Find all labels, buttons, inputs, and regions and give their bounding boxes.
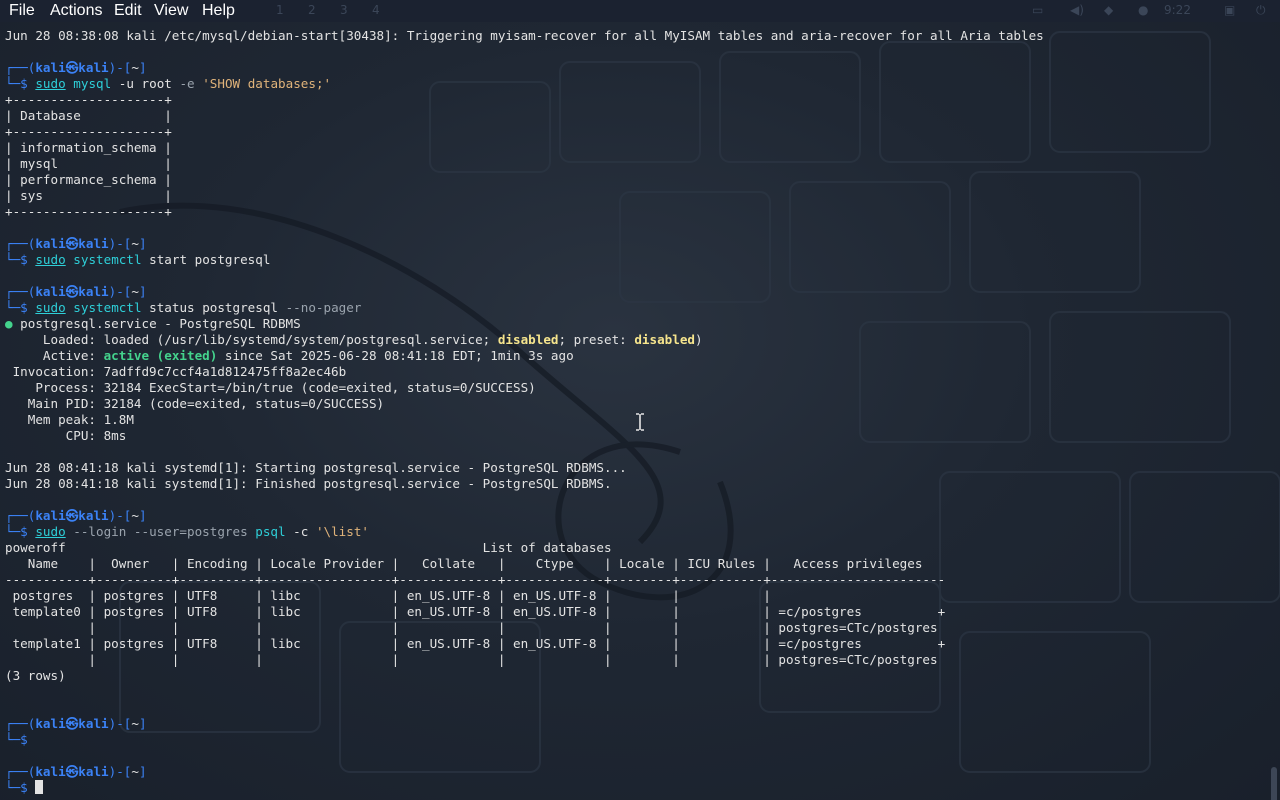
mysql-table-row: | mysql | (5, 156, 172, 171)
status-dot-icon: ● (5, 316, 13, 331)
mysql-table-row: | sys | (5, 188, 172, 203)
prompt-line: ┌──(kali㉿kali)-[~] (5, 236, 147, 251)
workspace-2[interactable]: 2 (308, 3, 316, 17)
workspace-4[interactable]: 4 (372, 3, 380, 17)
clock[interactable]: 9:22 (1164, 3, 1191, 17)
workspace-1[interactable]: 1 (276, 3, 284, 17)
terminal-output: Jun 28 08:38:08 kali /etc/mysql/debian-s… (5, 28, 1044, 796)
mysql-table-row: | information_schema | (5, 140, 172, 155)
psql-table-header: Name | Owner | Encoding | Locale Provide… (5, 556, 946, 571)
log-line: Jun 28 08:41:18 kali systemd[1]: Startin… (5, 460, 627, 475)
loaded-line: Loaded: loaded (/usr/lib/systemd/system/… (5, 332, 703, 347)
mysql-table-border: +--------------------+ (5, 124, 172, 139)
prompt-line: ┌──(kali㉿kali)-[~] (5, 716, 147, 731)
power-icon[interactable]: ⏻ (1256, 3, 1266, 18)
menu-edit[interactable]: Edit (114, 2, 142, 20)
psql-row-count: (3 rows) (5, 668, 66, 683)
prompt-line: ┌──(kali㉿kali)-[~] (5, 284, 147, 299)
service-line: ● postgresql.service - PostgreSQL RDBMS (5, 316, 301, 331)
prompt-line: ┌──(kali㉿kali)-[~] (5, 508, 147, 523)
menu-view[interactable]: View (154, 2, 188, 20)
psql-title-line: poweroff List of databases (5, 540, 612, 555)
monitor-icon[interactable]: ▭ (1032, 3, 1043, 17)
psql-table-row: | | | | | | | | postgres=CTc/postgres (5, 652, 938, 667)
menu-actions[interactable]: Actions (50, 2, 102, 20)
scrollbar[interactable] (1271, 767, 1277, 800)
main-pid-line: Main PID: 32184 (code=exited, status=0/S… (5, 396, 385, 411)
network-icon[interactable]: ● (1138, 3, 1148, 17)
mysql-table-border: +--------------------+ (5, 204, 172, 219)
cpu-line: CPU: 8ms (5, 428, 127, 443)
prompt-line: ┌──(kali㉿kali)-[~] (5, 764, 147, 779)
command-line: └─$ sudo mysql -u root -e 'SHOW database… (5, 76, 332, 91)
process-line: Process: 32184 ExecStart=/bin/true (code… (5, 380, 536, 395)
command-line: └─$ sudo systemctl start postgresql (5, 252, 271, 267)
active-line: Active: active (exited) since Sat 2025-0… (5, 348, 574, 363)
mysql-table-border: +--------------------+ (5, 92, 172, 107)
command-line: └─$ sudo systemctl status postgresql --n… (5, 300, 362, 315)
command-line: └─$ sudo --login --user=postgres psql -c… (5, 524, 370, 539)
psql-table-row: template0 | postgres | UTF8 | libc | en_… (5, 604, 946, 619)
mysql-table-header: | Database | (5, 108, 172, 123)
log-line: Jun 28 08:41:18 kali systemd[1]: Finishe… (5, 476, 612, 491)
mem-peak-line: Mem peak: 1.8M (5, 412, 134, 427)
prompt-line: ┌──(kali㉿kali)-[~] (5, 60, 147, 75)
terminal-window[interactable]: Jun 28 08:38:08 kali /etc/mysql/debian-s… (0, 22, 1280, 800)
log-line: Jun 28 08:38:08 kali /etc/mysql/debian-s… (5, 28, 1044, 43)
psql-table-row: | | | | | | | | postgres=CTc/postgres (5, 620, 938, 635)
menu-file[interactable]: File (9, 2, 35, 20)
invocation-line: Invocation: 7adffd9c7ccf4a1d812475ff8a2e… (5, 364, 347, 379)
menu-help[interactable]: Help (202, 2, 235, 20)
bell-icon[interactable]: ◆ (1104, 3, 1113, 17)
command-line: └─$ (5, 732, 28, 747)
mysql-table-row: | performance_schema | (5, 172, 172, 187)
text-cursor (35, 780, 44, 794)
menu-bar: File Actions Edit View Help 1 2 3 4 ▭ ◀)… (0, 0, 1280, 22)
psql-table-row: template1 | postgres | UTF8 | libc | en_… (5, 636, 946, 651)
lock-icon[interactable]: ▣ (1224, 3, 1235, 17)
ibeam-cursor-icon (636, 413, 644, 431)
active-command-line[interactable]: └─$ (5, 780, 1044, 796)
volume-icon[interactable]: ◀) (1070, 3, 1084, 17)
psql-table-divider: -----------+----------+----------+------… (5, 572, 946, 587)
workspace-3[interactable]: 3 (340, 3, 348, 17)
psql-table-row: postgres | postgres | UTF8 | libc | en_U… (5, 588, 779, 603)
